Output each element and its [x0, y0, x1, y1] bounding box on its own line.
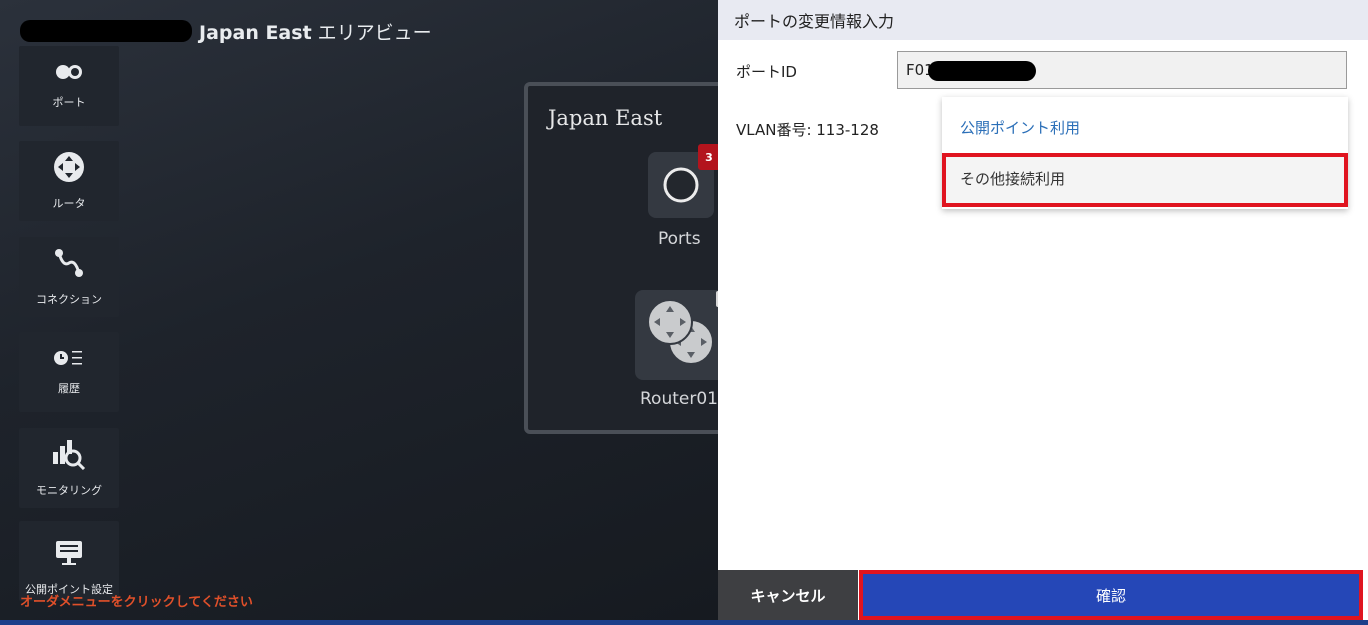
area-box-title: Japan East [548, 106, 663, 130]
sidebar-item-label: コネクション [36, 293, 102, 306]
area-view: Japan East エリアビュー ポート ルータ コネクション 履歴 モニタリ… [0, 0, 718, 625]
sidebar-item-router[interactable]: ルータ [19, 141, 119, 221]
option-public-point[interactable]: 公開ポイント利用 [942, 101, 1348, 155]
sidebar-item-connection[interactable]: コネクション [19, 237, 119, 317]
option-other-connection[interactable]: その他接続利用 [942, 153, 1348, 207]
redacted-tenant-name [20, 20, 192, 42]
port-change-panel: ポートの変更情報入力 ポートID F01 VLAN番号: 113-128 公開ポ… [718, 0, 1368, 620]
router-icon [53, 151, 85, 187]
router-node[interactable] [635, 290, 718, 380]
redacted-port-id [928, 61, 1036, 81]
router-pair-icon [635, 299, 718, 384]
sidebar-item-port[interactable]: ポート [19, 46, 119, 126]
sidebar-item-monitoring[interactable]: モニタリング [19, 428, 119, 508]
port-id-label: ポートID [736, 63, 797, 81]
port-icon [54, 62, 84, 86]
sidebar-item-label: ポート [52, 96, 86, 109]
bottom-strip [0, 620, 1368, 625]
view-suffix: エリアビュー [317, 22, 432, 44]
ports-count-badge: 3 [698, 144, 718, 170]
cancel-button[interactable]: キャンセル [718, 570, 858, 620]
area-name: Japan East [199, 22, 312, 44]
sidebar-item-label: モニタリング [36, 484, 102, 497]
usage-dropdown[interactable]: 公開ポイント利用 その他接続利用 [942, 97, 1348, 209]
panel-title: ポートの変更情報入力 [718, 0, 1368, 40]
vlan-label: VLAN番号: 113-128 [736, 121, 879, 139]
confirm-button[interactable]: 確認 [859, 570, 1363, 620]
sidebar-item-public-point[interactable]: 公開ポイント設定 [19, 521, 119, 601]
sidebar-item-label: ルータ [52, 197, 86, 210]
history-icon [53, 348, 85, 372]
ports-label: Ports [658, 229, 701, 249]
sidebar-item-label: 履歴 [58, 382, 80, 395]
page-title: Japan East エリアビュー [199, 18, 432, 45]
sidebar-item-history[interactable]: 履歴 [19, 332, 119, 412]
connection-icon [53, 247, 85, 283]
area-box-japan-east[interactable]: Japan East 3 Ports Router01 [524, 82, 718, 434]
monitoring-icon [51, 438, 87, 474]
port-circle-icon [648, 167, 714, 222]
order-menu-hint: オーダメニューをクリックしてください [20, 595, 253, 610]
public-point-icon [54, 539, 84, 571]
router-label: Router01 [640, 389, 718, 409]
